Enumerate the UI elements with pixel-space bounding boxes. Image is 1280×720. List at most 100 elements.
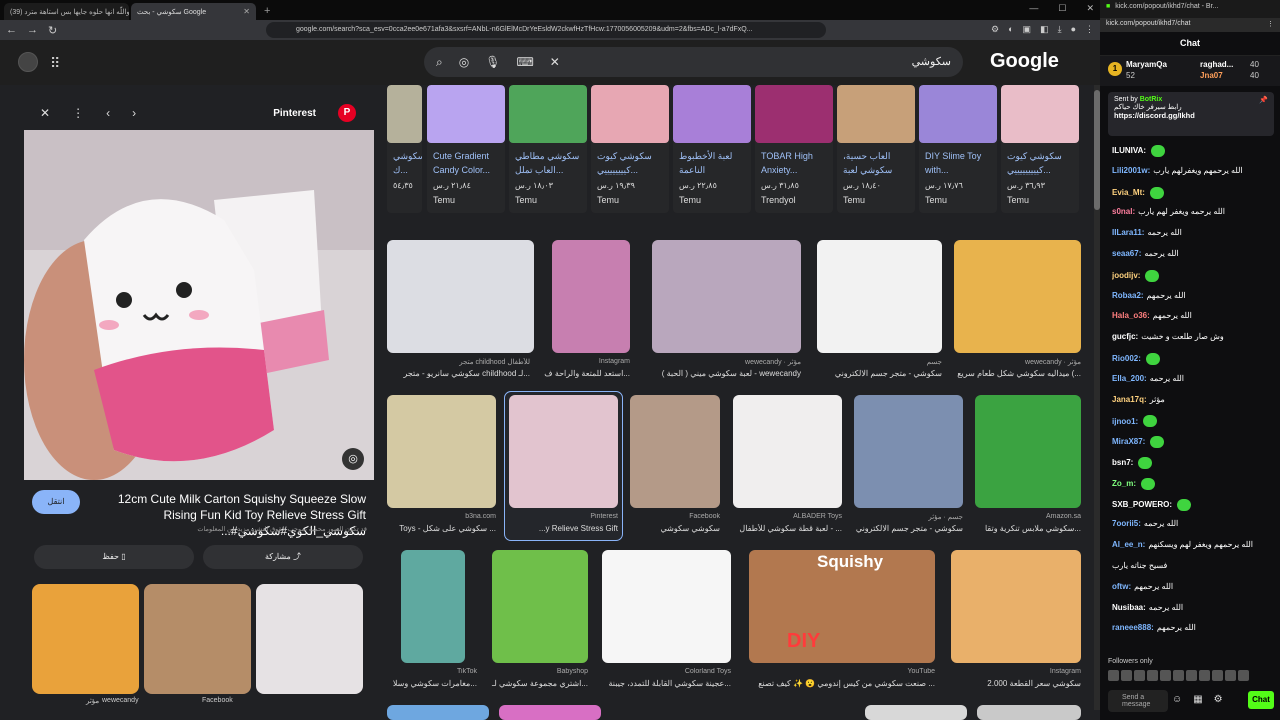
profile-icon[interactable]: ●: [1071, 24, 1076, 35]
shopping-card[interactable]: TOBAR High Anxiety... ٣١٫٨٥ ر.س Trendyol: [755, 85, 833, 213]
image-result[interactable]: [499, 705, 601, 720]
visit-button[interactable]: انتقل: [32, 490, 80, 514]
url-field[interactable]: google.com/search?sca_esv=0cca2ee0e671af…: [266, 22, 826, 38]
image-result[interactable]: [387, 240, 534, 353]
chat-message[interactable]: gucfjc: وش صار طلعت و خشيت: [1112, 332, 1277, 341]
chat-message[interactable]: Zo_m:: [1112, 477, 1277, 490]
image-caption[interactable]: سكوشي سانريو - متجر childhood لـ...: [387, 369, 530, 378]
gift-icon[interactable]: ▦: [1193, 694, 1202, 705]
minimize-icon[interactable]: —: [1029, 3, 1038, 14]
chat-username[interactable]: raneee888:: [1112, 623, 1154, 632]
chat-username[interactable]: s0nal:: [1112, 207, 1135, 216]
image-result[interactable]: [975, 395, 1081, 508]
chat-username[interactable]: MiraX87:: [1112, 437, 1145, 446]
emote-icon[interactable]: [1199, 670, 1210, 681]
google-logo[interactable]: Google: [990, 50, 1059, 73]
image-caption[interactable]: صنعت سكوشي من كيس إندومي 😮 ✨ كيف تصنع ..…: [749, 679, 935, 688]
close-window-icon[interactable]: ✕: [1086, 3, 1094, 14]
forward-icon[interactable]: →: [27, 24, 38, 36]
image-result[interactable]: [954, 240, 1081, 353]
shopping-card[interactable]: سكوشي كيوت كييييييييي... ١٩٫٣٩ ر.س Temu: [591, 85, 669, 213]
chat-username[interactable]: gucfjc:: [1112, 332, 1138, 341]
image-caption[interactable]: ...y Relieve Stress Gift: [509, 524, 618, 533]
chat-message[interactable]: bsn7:: [1112, 457, 1277, 469]
emote-icon[interactable]: [1108, 670, 1119, 681]
related-image[interactable]: [256, 584, 363, 694]
kick-address-bar[interactable]: kick.com/popout/ikhd7/chat ⋮: [1100, 18, 1280, 32]
image-caption[interactable]: مغامرات سكوشي وسلا...: [387, 679, 477, 688]
chat-message[interactable]: Jana17q: مؤثر: [1112, 395, 1277, 404]
chat-message[interactable]: seaa67: الله يرحمه: [1112, 249, 1277, 258]
emote-icon[interactable]: [1238, 670, 1249, 681]
chat-message[interactable]: Hala_o36: الله يرحمهم: [1112, 311, 1277, 320]
chat-username[interactable]: ijnoo1:: [1112, 417, 1138, 426]
chat-message[interactable]: Rio002:: [1112, 353, 1277, 365]
chat-username[interactable]: Al_ee_n:: [1112, 540, 1145, 549]
chat-message[interactable]: ijnoo1:: [1112, 415, 1277, 428]
leader-name[interactable]: MaryamQa: [1126, 60, 1167, 69]
image-caption[interactable]: سكوشي سكوشي: [630, 524, 720, 533]
chat-message[interactable]: raneee888: الله يرحمهم: [1112, 623, 1277, 632]
chat-username[interactable]: 7oorii5:: [1112, 519, 1141, 528]
extension-icon[interactable]: ⚙: [991, 24, 999, 35]
image-result[interactable]: [733, 395, 842, 508]
image-caption[interactable]: لعبة سكوشي ميني ( الحبة ) - wewecandy: [642, 369, 801, 378]
shopping-card[interactable]: لعبة الأخطبوط الناعمة هيفن.CL... ٢٢٫٨٥ ر.…: [673, 85, 751, 213]
image-caption[interactable]: لعبة قطة سكوشي للأطفال - ...: [733, 524, 842, 533]
shopping-card[interactable]: العاب حسية، سكوشي لعبة لعب... ١٨٫٤٠ ر.س Te…: [837, 85, 915, 213]
share-button[interactable]: مشاركة ⤴: [203, 545, 363, 569]
leader-name[interactable]: Jna07: [1200, 71, 1223, 80]
lens-icon[interactable]: ◎: [459, 55, 469, 70]
search-bar[interactable]: ⌕ ◎ 🎙 ⌨ ✕ سكوشي: [424, 47, 963, 77]
image-result[interactable]: [552, 240, 630, 353]
pin-icon[interactable]: 📌: [1259, 96, 1268, 104]
extension-icon[interactable]: ◧: [1040, 24, 1049, 35]
emote-icon[interactable]: [1212, 670, 1223, 681]
related-image[interactable]: [32, 584, 139, 694]
save-button[interactable]: حفظ ▯: [34, 545, 194, 569]
image-result[interactable]: [854, 395, 963, 508]
preview-image[interactable]: ◎: [24, 130, 374, 480]
image-caption[interactable]: ميداليه سكوشي شكل طعام سريع (...: [954, 369, 1081, 378]
chat-message[interactable]: ILUNIVA:: [1112, 145, 1277, 157]
image-result[interactable]: [951, 550, 1081, 663]
image-result[interactable]: [387, 395, 496, 508]
chat-message[interactable]: Nusibaa: الله يرحمه: [1112, 603, 1277, 612]
search-icon[interactable]: ⌕: [436, 55, 443, 70]
prev-icon[interactable]: ‹: [106, 106, 110, 120]
close-icon[interactable]: ✕: [243, 7, 250, 16]
send-chat-button[interactable]: Chat: [1248, 691, 1274, 709]
image-caption[interactable]: سكوشي - متجر جسم الالكتروني: [812, 369, 942, 378]
menu-icon[interactable]: ⋮: [1085, 24, 1094, 35]
emote-icon[interactable]: [1121, 670, 1132, 681]
close-icon[interactable]: ✕: [40, 106, 50, 120]
image-caption[interactable]: عجينة سكوشي القابلة للتمدد، جيبنة...: [596, 679, 732, 688]
image-caption[interactable]: سكوشي سعر القطعة 2.000: [951, 679, 1081, 688]
related-image[interactable]: [144, 584, 251, 694]
emote-icon[interactable]: [1225, 670, 1236, 681]
image-result[interactable]: [630, 395, 720, 508]
more-icon[interactable]: ⋮: [72, 106, 84, 120]
shopping-card[interactable]: سكوشي مطاطي العاب تملل... ١٨٫٠٣ ر.س Temu: [509, 85, 587, 213]
chat-username[interactable]: Rio002:: [1112, 354, 1141, 363]
image-result[interactable]: [602, 550, 731, 663]
image-caption[interactable]: سكوشي ملابس تنكرية وتقا...: [975, 524, 1081, 533]
new-tab-button[interactable]: +: [264, 3, 270, 20]
chat-input[interactable]: Send a message: [1108, 690, 1168, 712]
chat-message[interactable]: 7oorii5: الله يرحمه: [1112, 519, 1277, 528]
next-icon[interactable]: ›: [132, 106, 136, 120]
chat-username[interactable]: Ella_200:: [1112, 374, 1147, 383]
chat-username[interactable]: Evia_Mt:: [1112, 188, 1145, 197]
leader-name[interactable]: raghad...: [1200, 60, 1233, 69]
chat-message[interactable]: Ella_200: الله يرحمه: [1112, 374, 1277, 383]
maximize-icon[interactable]: ☐: [1058, 3, 1066, 14]
image-result[interactable]: [977, 705, 1081, 720]
shopping-card[interactable]: Cute Gradient Candy Color... ٢١٫٨٤ ر.س Tem…: [427, 85, 505, 213]
avatar[interactable]: [18, 52, 38, 72]
image-result[interactable]: [817, 240, 942, 353]
image-result[interactable]: [387, 705, 489, 720]
image-caption[interactable]: Toys - سكوشي على شكل ...: [387, 524, 496, 533]
chat-username[interactable]: bsn7:: [1112, 458, 1133, 467]
pinned-message[interactable]: Sent by BotRix رابط سيرفر خاك حياكم http…: [1108, 92, 1274, 136]
image-result[interactable]: [401, 550, 465, 663]
